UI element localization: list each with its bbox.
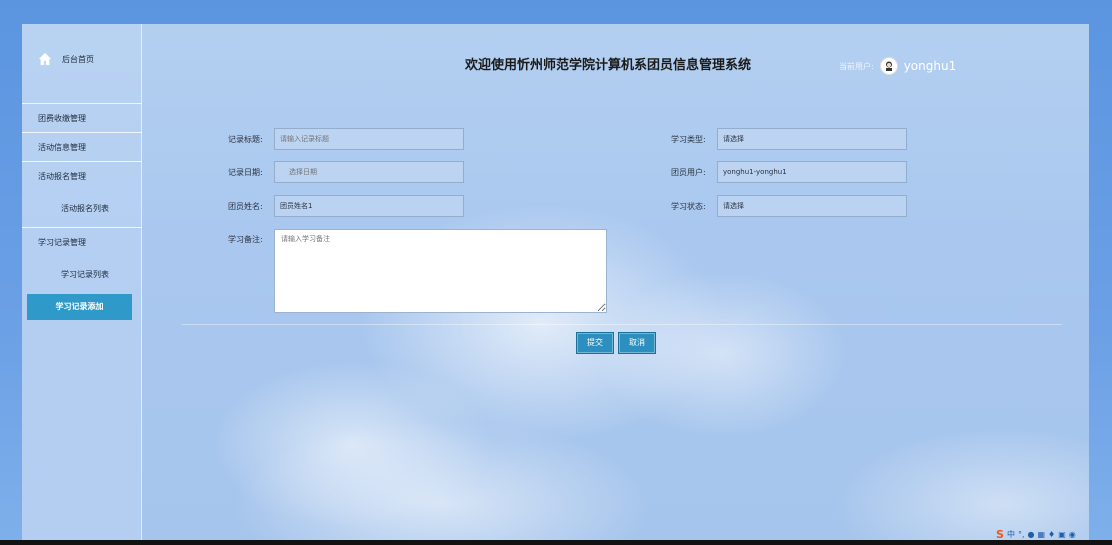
sidebar-group-fees[interactable]: 团费收缴管理 — [22, 103, 142, 132]
study-note-label: 学习备注: — [228, 235, 263, 244]
current-user: 当前用户: yonghu1 — [839, 57, 956, 75]
submit-button[interactable]: 提交 — [576, 332, 614, 354]
sidebar-home[interactable]: 后台首页 — [38, 52, 94, 66]
username: yonghu1 — [903, 59, 957, 73]
member-user-select[interactable]: yonghu1-yonghu1 — [717, 161, 907, 183]
member-user-label: 团员用户: — [671, 168, 706, 177]
avatar[interactable] — [879, 57, 898, 75]
ime-logo-icon[interactable]: S — [996, 529, 1004, 540]
shirt-icon[interactable]: ♦ — [1048, 530, 1055, 540]
sidebar-item-study-list[interactable]: 学习记录列表 — [22, 265, 142, 285]
record-title-label: 记录标题: — [228, 135, 263, 144]
member-name-label: 团员姓名: — [228, 202, 263, 211]
cancel-button[interactable]: 取消 — [618, 332, 656, 354]
sidebar-item-registration-list[interactable]: 活动报名列表 — [22, 199, 142, 219]
home-icon — [38, 52, 52, 66]
form-divider — [182, 324, 1062, 325]
user-label: 当前用户: — [839, 61, 874, 71]
study-status-select[interactable]: 请选择 — [717, 195, 907, 217]
study-note-textarea[interactable] — [274, 229, 607, 313]
page-title: 欢迎使用忻州师范学院计算机系团员信息管理系统 — [465, 58, 752, 73]
mic-icon[interactable]: ● — [1027, 530, 1034, 540]
sidebar-item-study-add[interactable]: 学习记录添加 — [27, 294, 132, 320]
study-type-select[interactable]: 请选择 — [717, 128, 907, 150]
grid-icon[interactable]: ▣ — [1058, 530, 1066, 540]
sidebar: 后台首页 团费收缴管理 活动信息管理 活动报名管理 活动报名列表 学习记录管理 … — [22, 24, 142, 540]
record-date-label: 记录日期: — [228, 168, 263, 177]
keyboard-icon[interactable]: ▦ — [1037, 530, 1045, 540]
record-date-input[interactable] — [274, 161, 464, 183]
punctuation-icon[interactable]: °, — [1018, 530, 1025, 540]
record-title-input[interactable] — [274, 128, 464, 150]
sidebar-home-label: 后台首页 — [62, 54, 94, 64]
study-type-label: 学习类型: — [671, 135, 706, 144]
taskbar-strip — [0, 540, 1112, 545]
avatar-icon — [885, 61, 892, 71]
sidebar-group-registration[interactable]: 活动报名管理 — [22, 161, 142, 190]
main-frame: 后台首页 团费收缴管理 活动信息管理 活动报名管理 活动报名列表 学习记录管理 … — [22, 24, 1089, 540]
sidebar-group-study[interactable]: 学习记录管理 — [22, 227, 142, 256]
settings-icon[interactable]: ◉ — [1069, 530, 1076, 540]
ime-tray: S 中 °, ● ▦ ♦ ▣ ◉ — [996, 529, 1076, 541]
study-status-label: 学习状态: — [671, 202, 706, 211]
ime-chinese-icon[interactable]: 中 — [1007, 530, 1015, 540]
sidebar-group-activities[interactable]: 活动信息管理 — [22, 132, 142, 161]
member-name-input[interactable] — [274, 195, 464, 217]
